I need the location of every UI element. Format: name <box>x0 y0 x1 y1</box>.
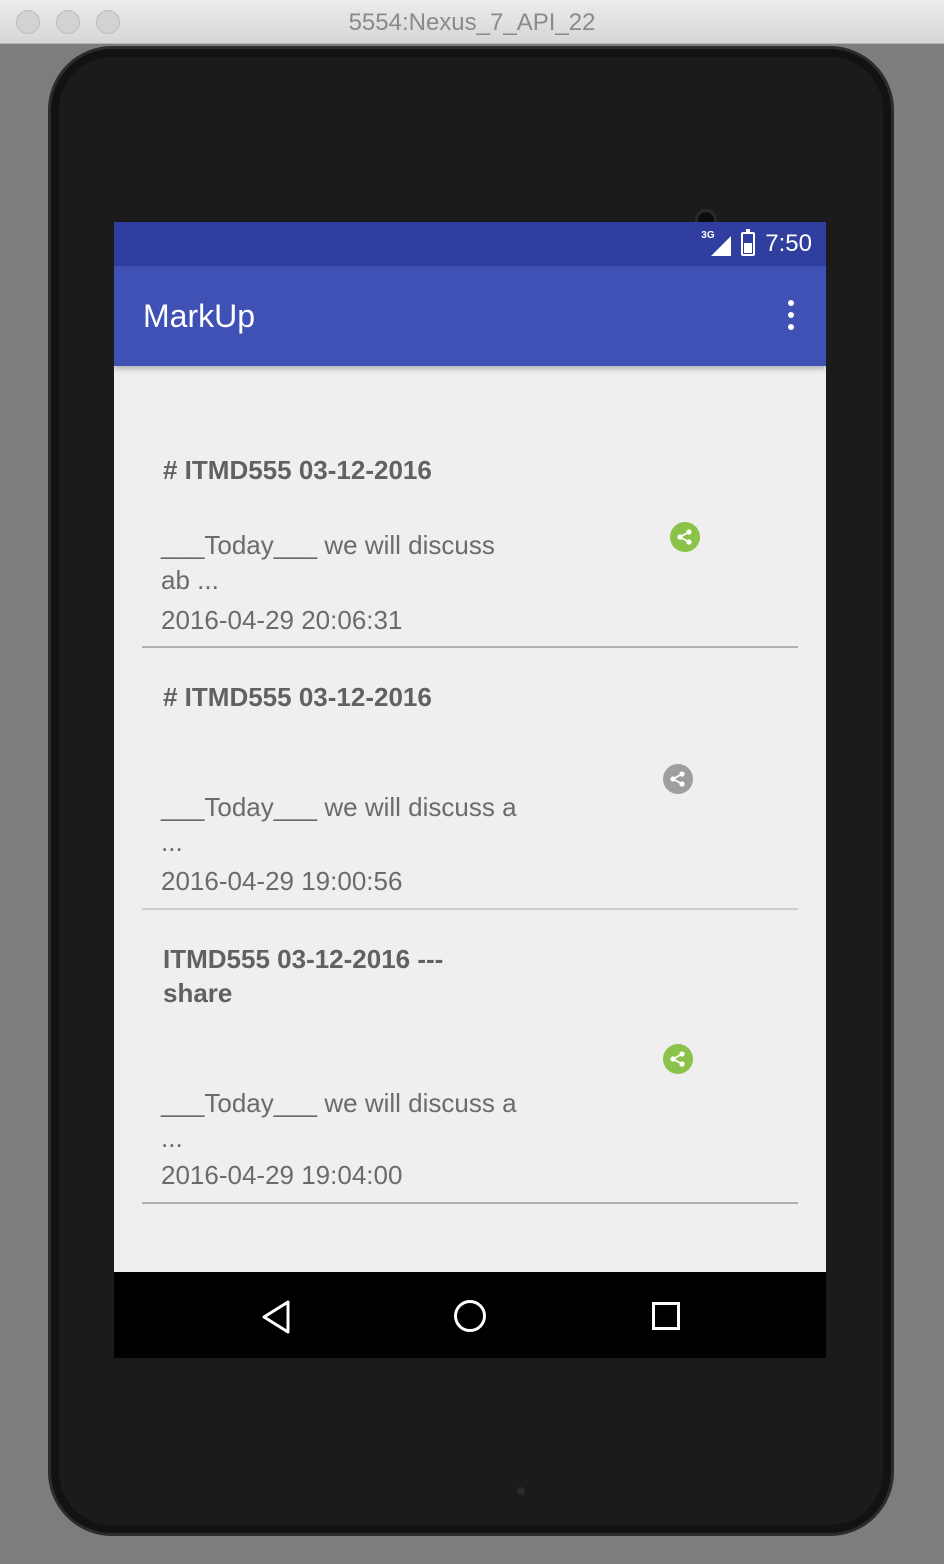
note-date: 2016-04-29 19:00:56 <box>161 866 403 896</box>
more-vert-icon[interactable] <box>786 300 796 330</box>
sensor-dot <box>517 1487 525 1495</box>
note-preview: ___Today___ we will discuss a ... <box>161 1088 517 1153</box>
note-date: 2016-04-29 19:04:00 <box>161 1160 403 1190</box>
note-title: # ITMD555 03-12-2016 <box>163 455 432 485</box>
app-title: MarkUp <box>143 298 256 334</box>
back-icon[interactable] <box>260 1300 292 1339</box>
share-icon[interactable] <box>663 1044 693 1074</box>
list-item[interactable]: # ITMD555 03-12-2016 ___Today___ we will… <box>142 432 798 648</box>
notes-list: # ITMD555 03-12-2016 ___Today___ we will… <box>142 432 798 1204</box>
home-icon[interactable] <box>454 1300 486 1332</box>
status-bar: 3G 7:50 <box>114 222 826 266</box>
recents-icon[interactable] <box>652 1302 680 1330</box>
status-time: 7:50 <box>765 230 812 257</box>
battery-icon <box>741 229 756 256</box>
navigation-bar <box>114 1272 826 1358</box>
app-bar: MarkUp <box>114 266 826 366</box>
note-preview: ___Today___ we will discuss a ... <box>161 792 517 857</box>
device-screen: 3G 7:50 MarkUp # ITMD555 03-12-2016 ___T… <box>114 222 826 1358</box>
note-title: ITMD555 03-12-2016 --- share <box>163 944 444 1008</box>
list-item[interactable]: # ITMD555 03-12-2016 ___Today___ we will… <box>142 648 798 910</box>
window-title: 5554:Nexus_7_API_22 <box>348 9 596 36</box>
share-icon[interactable] <box>670 522 700 552</box>
note-title: # ITMD555 03-12-2016 <box>163 682 432 712</box>
signal-icon: 3G <box>701 230 732 258</box>
share-icon[interactable] <box>663 764 693 794</box>
note-date: 2016-04-29 20:06:31 <box>161 605 403 635</box>
note-preview: ___Today___ we will discuss ab ... <box>161 530 495 595</box>
list-item[interactable]: ITMD555 03-12-2016 --- share ___Today___… <box>142 910 798 1204</box>
window-title-bar: 5554:Nexus_7_API_22 <box>0 0 944 44</box>
